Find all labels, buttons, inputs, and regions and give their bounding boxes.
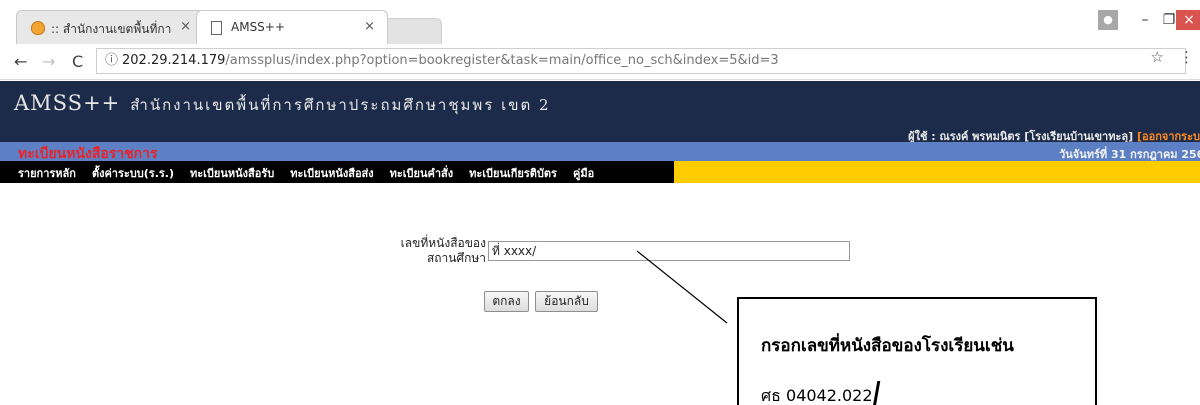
document-favicon-icon (211, 21, 222, 35)
browser-tab-amss[interactable]: AMSS++ × (196, 10, 388, 44)
instruction-callout: กรอกเลขที่หนังสือของโรงเรียนเช่น ศธ 0404… (737, 297, 1097, 405)
callout-line-1: กรอกเลขที่หนังสือของโรงเรียนเช่น (761, 336, 1014, 356)
text-cursor-icon (872, 381, 880, 405)
callout-line-2: ศธ 04042.022 (761, 381, 880, 405)
tab-close-icon[interactable]: × (364, 19, 375, 34)
tab-title: AMSS++ (231, 20, 285, 34)
callout-example: ศธ 04042.022 (761, 386, 873, 405)
